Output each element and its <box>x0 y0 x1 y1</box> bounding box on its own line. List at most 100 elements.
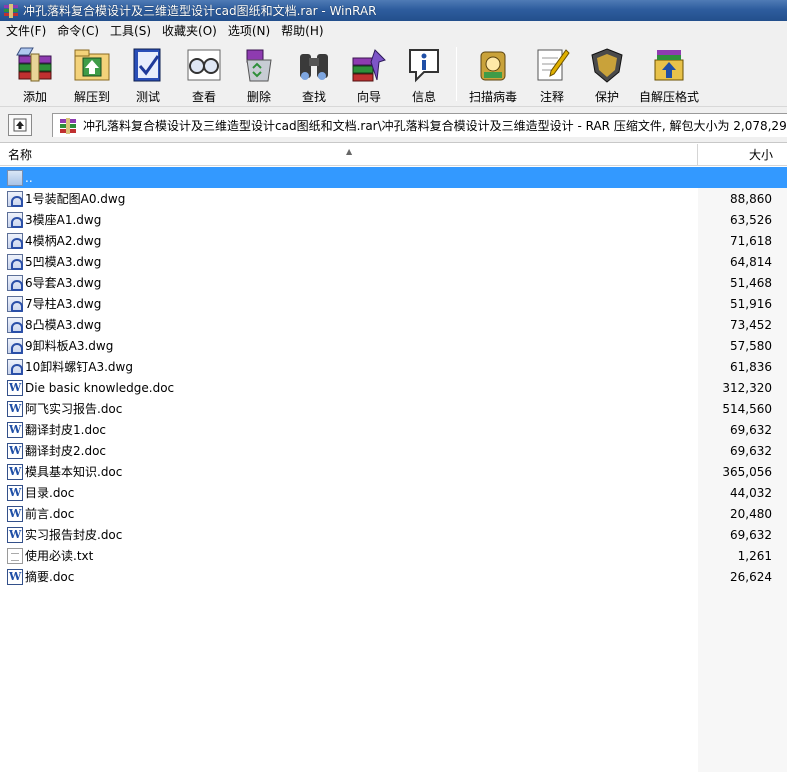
comment-button[interactable]: 注释 <box>525 41 579 105</box>
file-name: 翻译封皮1.doc <box>25 423 107 437</box>
address-bar: 冲孔落料复合模设计及三维造型设计cad图纸和文档.rar\冲孔落料复合模设计及三… <box>0 107 787 143</box>
extract-to-button-label: 解压到 <box>73 90 110 104</box>
file-name: 阿飞实习报告.doc <box>25 402 123 416</box>
file-size: 69,632 <box>730 422 772 437</box>
file-size: 69,632 <box>730 527 772 542</box>
file-row[interactable]: 9卸料板A3.dwg 57,580 <box>0 335 787 356</box>
file-row[interactable]: 4模柄A2.dwg 71,618 <box>0 230 787 251</box>
file-row[interactable]: 翻译封皮1.doc 69,632 <box>0 419 787 440</box>
file-name-cell: 翻译封皮1.doc <box>0 421 698 438</box>
file-row[interactable]: 1号装配图A0.dwg 88,860 <box>0 188 787 209</box>
file-name: 摘要.doc <box>25 570 75 584</box>
file-row[interactable]: 摘要.doc 26,624 <box>0 566 787 587</box>
up-one-level-button[interactable] <box>8 113 32 136</box>
file-size: 20,480 <box>730 506 772 521</box>
extract-folder-icon <box>72 46 112 84</box>
file-size: 69,632 <box>730 443 772 458</box>
file-name-cell: 实习报告封皮.doc <box>0 526 698 543</box>
file-name: 4模柄A2.dwg <box>25 234 102 248</box>
file-name-cell: 3模座A1.dwg <box>0 211 698 228</box>
word-doc-icon <box>7 379 23 396</box>
sfx-box-icon <box>649 46 689 84</box>
file-row[interactable]: 翻译封皮2.doc 69,632 <box>0 440 787 461</box>
sfx-button[interactable]: 自解压格式 <box>635 41 703 105</box>
dwg-file-icon <box>7 337 23 354</box>
add-button-label: 添加 <box>22 90 47 104</box>
file-name: 10卸料螺钉A3.dwg <box>25 360 133 374</box>
parent-folder-row[interactable]: .. <box>0 167 787 188</box>
file-size: 57,580 <box>730 338 772 353</box>
menu-tools[interactable]: 工具(S) <box>104 21 156 41</box>
menu-options[interactable]: 选项(N) <box>222 21 275 41</box>
dwg-file-icon <box>7 211 23 228</box>
dwg-file-icon <box>7 358 23 375</box>
file-name-cell: 8凸模A3.dwg <box>0 316 698 333</box>
wizard-button-label: 向导 <box>356 90 381 104</box>
dwg-file-icon <box>7 316 23 333</box>
file-row[interactable]: 7导柱A3.dwg 51,916 <box>0 293 787 314</box>
file-name: 6导套A3.dwg <box>25 276 102 290</box>
view-button[interactable]: 查看 <box>176 41 232 105</box>
protect-shield-icon <box>587 46 627 84</box>
file-name-cell: 5凹模A3.dwg <box>0 253 698 270</box>
file-row[interactable]: 使用必读.txt 1,261 <box>0 545 787 566</box>
file-name-cell: 9卸料板A3.dwg <box>0 337 698 354</box>
file-name-cell: 模具基本知识.doc <box>0 463 698 480</box>
up-arrow-icon <box>13 118 27 131</box>
virus-scan-button[interactable]: 扫描病毒 <box>461 41 525 105</box>
file-row[interactable]: Die basic knowledge.doc 312,320 <box>0 377 787 398</box>
file-row[interactable]: 5凹模A3.dwg 64,814 <box>0 251 787 272</box>
find-button[interactable]: 查找 <box>286 41 342 105</box>
extract-to-button[interactable]: 解压到 <box>64 41 120 105</box>
file-row[interactable]: 目录.doc 44,032 <box>0 482 787 503</box>
winrar-app-icon <box>3 3 19 19</box>
file-row[interactable]: 8凸模A3.dwg 73,452 <box>0 314 787 335</box>
file-name: 使用必读.txt <box>25 549 94 563</box>
menu-help[interactable]: 帮助(H) <box>275 21 328 41</box>
column-header-size[interactable]: 大小 <box>698 144 787 166</box>
view-button-label: 查看 <box>191 90 216 104</box>
file-size: 26,624 <box>730 569 772 584</box>
file-row[interactable]: 10卸料螺钉A3.dwg 61,836 <box>0 356 787 377</box>
add-button[interactable]: 添加 <box>6 41 64 105</box>
file-size: 63,526 <box>730 212 772 227</box>
protect-button[interactable]: 保护 <box>579 41 635 105</box>
info-button[interactable]: 信息 <box>396 41 452 105</box>
virus-scan-button-label: 扫描病毒 <box>468 90 517 104</box>
sort-ascending-icon: ▲ <box>346 147 353 156</box>
file-name: .. <box>25 170 33 185</box>
file-name-cell: 7导柱A3.dwg <box>0 295 698 312</box>
info-icon <box>404 46 444 84</box>
delete-button-label: 删除 <box>246 90 271 104</box>
test-button[interactable]: 测试 <box>120 41 176 105</box>
file-name: 模具基本知识.doc <box>25 465 123 479</box>
delete-button[interactable]: 删除 <box>232 41 286 105</box>
menu-favorites[interactable]: 收藏夹(O) <box>156 21 222 41</box>
file-row[interactable]: 6导套A3.dwg 51,468 <box>0 272 787 293</box>
column-header-name[interactable]: ▲ 名称 <box>0 144 698 166</box>
info-button-label: 信息 <box>411 90 436 104</box>
menu-file[interactable]: 文件(F) <box>0 21 51 41</box>
menu-commands[interactable]: 命令(C) <box>51 21 104 41</box>
find-binoculars-icon <box>294 46 334 84</box>
file-name-cell: 使用必读.txt <box>0 547 698 564</box>
file-row[interactable]: 实习报告封皮.doc 69,632 <box>0 524 787 545</box>
file-size: 64,814 <box>730 254 772 269</box>
file-row[interactable]: 前言.doc 20,480 <box>0 503 787 524</box>
word-doc-icon <box>7 484 23 501</box>
file-row[interactable]: 3模座A1.dwg 63,526 <box>0 209 787 230</box>
view-glasses-icon <box>184 46 224 84</box>
file-name: Die basic knowledge.doc <box>25 380 175 395</box>
wizard-button[interactable]: 向导 <box>342 41 396 105</box>
file-name-cell: 阿飞实习报告.doc <box>0 400 698 417</box>
file-row[interactable]: 模具基本知识.doc 365,056 <box>0 461 787 482</box>
comment-button-label: 注释 <box>539 90 564 104</box>
path-field[interactable]: 冲孔落料复合模设计及三维造型设计cad图纸和文档.rar\冲孔落料复合模设计及三… <box>52 113 787 137</box>
word-doc-icon <box>7 421 23 438</box>
dwg-file-icon <box>7 190 23 207</box>
file-name: 3模座A1.dwg <box>25 213 102 227</box>
sfx-button-label: 自解压格式 <box>638 90 699 104</box>
file-row[interactable]: 阿飞实习报告.doc 514,560 <box>0 398 787 419</box>
file-size: 44,032 <box>730 485 772 500</box>
file-name-cell: .. <box>0 169 698 186</box>
